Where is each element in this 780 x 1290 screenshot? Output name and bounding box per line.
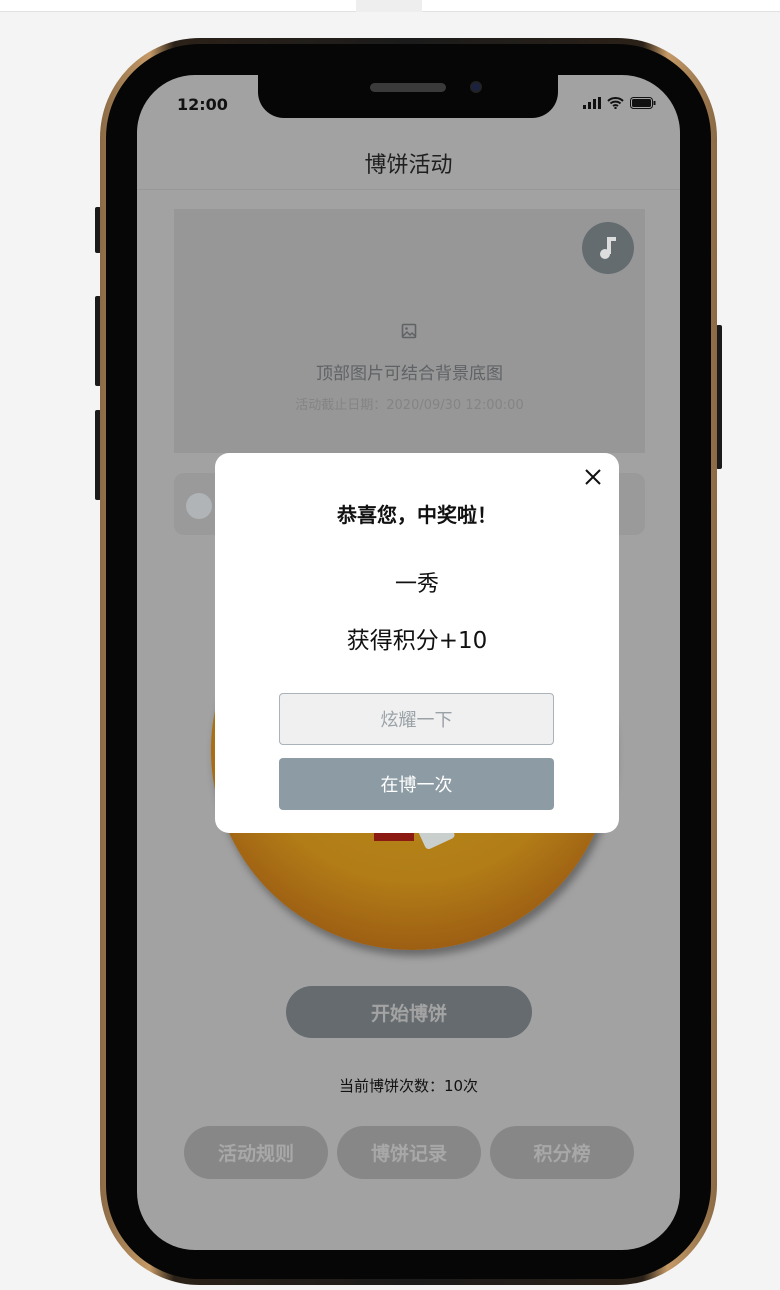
notch (258, 75, 558, 118)
battery-icon (630, 97, 656, 109)
leaderboard-button[interactable]: 积分榜 (490, 1126, 634, 1179)
signal-icon (583, 97, 601, 109)
robot-avatar-icon (186, 493, 212, 519)
page-title: 博饼活动 (364, 153, 453, 178)
wifi-icon (607, 97, 624, 109)
top-banner: 顶部图片可结合背景底图 活动截止日期：2020/09/30 12:00:00 (174, 209, 645, 453)
roll-again-button[interactable]: 在博一次 (279, 758, 554, 810)
points-earned: 获得积分+10 (346, 628, 488, 654)
status-icons (583, 97, 656, 109)
prize-modal: 恭喜您，中奖啦！ 一秀 获得积分+10 炫耀一下 在博一次 (215, 453, 619, 833)
show-off-button[interactable]: 炫耀一下 (279, 693, 554, 745)
prize-name: 一秀 (394, 572, 439, 597)
image-icon (401, 323, 417, 339)
banner-placeholder-text: 顶部图片可结合背景底图 (316, 364, 503, 384)
browser-tab[interactable] (356, 0, 422, 12)
deadline-text: 活动截止日期：2020/09/30 12:00:00 (295, 398, 524, 413)
rules-button[interactable]: 活动规则 (184, 1126, 328, 1179)
roll-count-text: 当前博饼次数：10次 (338, 1077, 479, 1095)
start-button[interactable]: 开始博饼 (286, 986, 532, 1038)
records-button[interactable]: 博饼记录 (337, 1126, 481, 1179)
header-divider (137, 189, 680, 190)
status-time: 12:00 (177, 95, 228, 114)
music-note-icon (600, 237, 616, 259)
music-toggle-button[interactable] (582, 222, 634, 274)
modal-title: 恭喜您，中奖啦！ (337, 503, 497, 527)
browser-top-bar (0, 0, 780, 12)
camera (470, 81, 482, 93)
close-icon[interactable] (583, 467, 603, 487)
